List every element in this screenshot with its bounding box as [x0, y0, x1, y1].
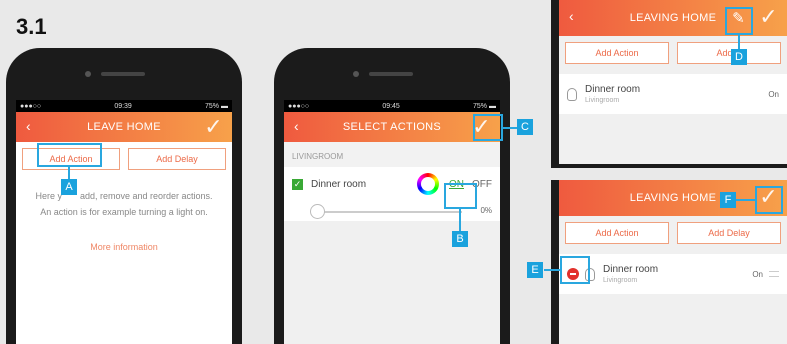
signal-icon: ●●●○○	[288, 102, 310, 110]
battery-icon: ▬	[220, 102, 228, 110]
back-icon[interactable]: ‹	[294, 118, 299, 134]
header-bar: ‹ LEAVE HOME ✓	[16, 112, 232, 142]
callout-line-c	[503, 127, 517, 129]
callout-tag-a: A	[61, 179, 77, 195]
item-room: Livingroom	[603, 277, 638, 284]
callout-line-e	[544, 269, 560, 271]
slider-knob[interactable]	[310, 204, 325, 219]
help-line-1a: Here y	[35, 191, 62, 201]
callout-tag-f: F	[720, 192, 736, 208]
checkbox[interactable]: ✓	[292, 178, 303, 190]
speaker	[369, 72, 413, 76]
add-delay-button[interactable]: Add Delay	[128, 148, 226, 170]
status-time: 09:39	[114, 102, 132, 110]
item-state: On	[752, 269, 763, 279]
callout-tag-e: E	[527, 262, 543, 278]
header-bar: LEAVING HOME ✓	[559, 180, 787, 216]
reorder-handle-icon[interactable]	[769, 271, 779, 277]
more-information-link[interactable]: More information	[16, 242, 232, 252]
bulb-icon	[567, 87, 577, 101]
callout-box-d	[725, 7, 753, 35]
battery-icon: ▬	[488, 102, 496, 110]
add-action-button[interactable]: Add Action	[565, 222, 669, 244]
item-room: Livingroom	[585, 97, 620, 104]
screen-title: LEAVE HOME	[87, 121, 161, 133]
callout-line-f	[736, 199, 755, 201]
help-line-1b: add, remove and reorder actions.	[79, 191, 213, 201]
callout-tag-c: C	[517, 119, 533, 135]
add-delay-button[interactable]: Add D	[677, 42, 781, 64]
back-icon[interactable]: ‹	[26, 118, 31, 134]
screen-title: LEAVING HOME	[629, 12, 717, 24]
dim-value: 0%	[480, 206, 492, 215]
callout-box-b	[444, 183, 477, 209]
status-bar: ●●●○○ 09:39 75% ▬	[16, 100, 232, 112]
list-item[interactable]: Dinner room Livingroom On	[559, 254, 787, 294]
camera	[353, 71, 359, 77]
color-wheel-icon[interactable]	[417, 173, 439, 195]
help-text: Here y add, remove and reorder actions. A…	[16, 188, 232, 220]
battery-text: 75%	[473, 102, 488, 110]
help-line-2: An action is for example turning a light…	[40, 207, 208, 217]
section-header: LIVINGROOM	[284, 142, 500, 167]
screen-title: LEAVING HOME	[629, 192, 717, 204]
item-label: Dinner room	[585, 84, 641, 95]
callout-line-a	[68, 167, 70, 179]
callout-line-b	[459, 209, 461, 231]
phone-frame-1: ●●●○○ 09:39 75% ▬ ‹ LEAVE HOME ✓ Add Act…	[6, 48, 242, 344]
item-state: On	[768, 89, 779, 99]
add-delay-button[interactable]: Add Delay	[677, 222, 781, 244]
item-label: Dinner room	[311, 178, 367, 190]
callout-line-d	[738, 35, 740, 49]
speaker	[101, 72, 145, 76]
item-label: Dinner room	[603, 264, 659, 275]
camera	[85, 71, 91, 77]
callout-tag-d: D	[731, 49, 747, 65]
callout-box-e	[560, 256, 590, 284]
callout-tag-b: B	[452, 231, 468, 247]
list-item[interactable]: Dinner room Livingroom On	[559, 74, 787, 114]
signal-icon: ●●●○○	[20, 102, 42, 110]
status-time: 09:45	[382, 102, 400, 110]
callout-box-a	[37, 143, 102, 167]
battery-text: 75%	[205, 102, 220, 110]
callout-box-f	[755, 186, 783, 214]
status-bar: ●●●○○ 09:45 75% ▬	[284, 100, 500, 112]
slider-track	[316, 211, 462, 213]
screen-select-actions: ●●●○○ 09:45 75% ▬ ‹ SELECT ACTIONS ✓ LIV…	[284, 100, 500, 344]
add-action-button[interactable]: Add Action	[565, 42, 669, 64]
header-bar: ‹ SELECT ACTIONS ✓	[284, 112, 500, 142]
confirm-icon[interactable]: ✓	[759, 4, 778, 30]
confirm-icon[interactable]: ✓	[204, 114, 223, 140]
screen-title: SELECT ACTIONS	[342, 121, 442, 133]
back-icon[interactable]: ‹	[569, 8, 574, 24]
step-label: 3.1	[16, 14, 47, 39]
callout-box-c	[473, 114, 503, 141]
screen-leave-home: ●●●○○ 09:39 75% ▬ ‹ LEAVE HOME ✓ Add Act…	[16, 100, 232, 344]
screen-leaving-home-delete: LEAVING HOME ✓ Add Action Add Delay Dinn…	[559, 180, 787, 344]
